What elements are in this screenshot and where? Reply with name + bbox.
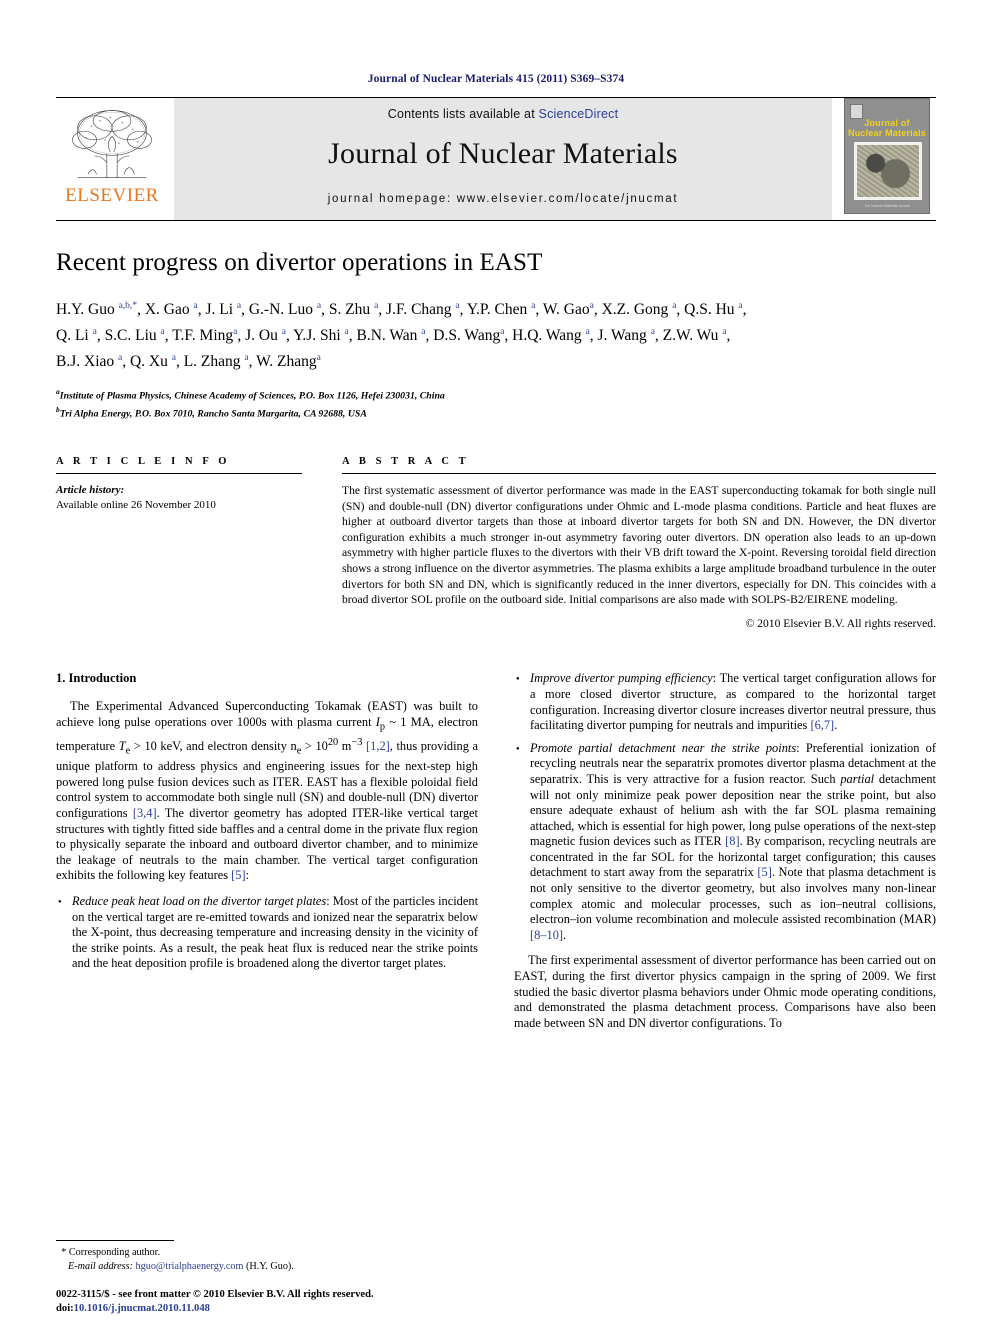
abstract-rule (342, 473, 936, 474)
intro-p1-d: > 10 (301, 739, 328, 754)
email-owner: (H.Y. Guo). (245, 1260, 294, 1272)
affiliation-a: aInstitute of Plasma Physics, Chinese Ac… (56, 387, 445, 402)
masthead-band: Contents lists available at ScienceDirec… (174, 98, 832, 220)
bullet-3-e: . (563, 927, 567, 942)
email-note: E-mail address: hguo@trialphaenergy.com … (56, 1260, 478, 1274)
contents-available-line: Contents lists available at ScienceDirec… (388, 107, 619, 121)
key-features-list-left: Reduce peak heat load on the divertor ta… (56, 894, 478, 972)
list-item: Reduce peak heat load on the divertor ta… (58, 893, 478, 972)
list-item: Promote partial detachment near the stri… (516, 740, 936, 944)
left-column: 1. Introduction The Experimental Advance… (56, 671, 478, 1041)
abstract-copyright: © 2010 Elsevier B.V. All rights reserved… (745, 616, 936, 630)
list-item: Improve divertor pumping efficiency: The… (516, 671, 936, 733)
page-title: Recent progress on divertor operations i… (56, 249, 543, 276)
abstract-heading: A B S T R A C T (342, 456, 470, 467)
cover-title-line-1: Journal of (864, 118, 910, 128)
bullet-2-end: . (834, 718, 838, 733)
doi-label: doi: (56, 1302, 74, 1314)
doi-link[interactable]: 10.1016/j.jnucmat.2010.11.048 (74, 1303, 210, 1314)
right-column: Improve divertor pumping efficiency: The… (514, 671, 936, 1041)
intro-p1-c: > 10 keV, and electron density n (130, 739, 297, 754)
affiliation-a-text: Institute of Plasma Physics, Chinese Aca… (59, 390, 445, 402)
journal-title: Journal of Nuclear Materials (328, 137, 678, 170)
corresponding-author-marker: * (61, 1247, 67, 1258)
symbol-te: T (118, 739, 126, 754)
abstract-column: A B S T R A C T The first systematic ass… (342, 456, 936, 641)
journal-homepage-link[interactable]: journal homepage: www.elsevier.com/locat… (328, 193, 679, 205)
elsevier-tree-icon (72, 110, 152, 178)
cover-image: Journal of Nuclear Materials The Nuclear… (844, 98, 930, 214)
issn-copyright-line: 0022-3115/$ - see front matter © 2010 El… (56, 1289, 374, 1300)
article-info-rule (56, 473, 302, 474)
exp-minus3: −3 (351, 737, 363, 748)
elsevier-wordmark: ELSEVIER (65, 185, 159, 206)
citation-6-7[interactable]: [6,7] (807, 718, 834, 732)
intro-p1-h: : (245, 868, 250, 883)
intro-p1-e: m (338, 739, 352, 754)
key-features-list-right: Improve divertor pumping efficiency: The… (514, 671, 936, 943)
affiliation-b-text: Tri Alpha Energy, P.O. Box 7010, Rancho … (59, 408, 367, 419)
running-head: Journal of Nuclear Materials 415 (2011) … (367, 73, 625, 85)
footnote-rule (56, 1240, 174, 1241)
intro-paragraph-1: The Experimental Advanced Superconductin… (56, 699, 478, 884)
author-line-3: B.J. Xiao a, Q. Xu a, L. Zhang a, W. Zha… (56, 353, 321, 371)
contents-prefix: Contents lists available at (387, 107, 539, 121)
bullet-3-lead: Promote partial detachment near the stri… (530, 740, 797, 755)
intro-paragraph-2: The first experimental assessment of div… (514, 953, 936, 1030)
section-heading-introduction: 1. Introduction (56, 671, 137, 686)
info-abstract-region: A R T I C L E I N F O Article history: A… (56, 456, 936, 641)
elsevier-logo: ELSEVIER (56, 98, 168, 220)
email-label: E-mail address: (68, 1260, 133, 1272)
author-list: H.Y. Guo a,b,*, X. Gao a, J. Li a, G.-N.… (56, 295, 936, 373)
exp-20: 20 (327, 737, 339, 748)
affiliation-b: bTri Alpha Energy, P.O. Box 7010, Rancho… (56, 404, 367, 419)
article-page: Journal of Nuclear Materials 415 (2011) … (0, 0, 992, 1323)
cover-footer-text: The Nuclear Materials Journal (864, 204, 910, 208)
doi-line: doi:10.1016/j.jnucmat.2010.11.048 (56, 1302, 576, 1316)
email-link[interactable]: hguo@trialphaenergy.com (136, 1261, 244, 1272)
author-line-2: Q. Li a, S.C. Liu a, T.F. Minga, J. Ou a… (56, 327, 731, 345)
imprint-block: 0022-3115/$ - see front matter © 2010 El… (56, 1288, 576, 1315)
citation-1-2[interactable]: [1,2] (362, 739, 390, 753)
cover-title: Journal of Nuclear Materials (845, 118, 929, 138)
citation-5-b[interactable]: [5] (754, 865, 771, 879)
sciencedirect-link[interactable]: ScienceDirect (539, 107, 619, 121)
bullet-2-lead: Improve divertor pumping efficiency (530, 671, 713, 686)
journal-masthead: ELSEVIER Contents lists available at Sci… (56, 98, 936, 220)
body-columns: 1. Introduction The Experimental Advance… (56, 671, 936, 1041)
bullet-1-lead: Reduce peak heat load on the divertor ta… (72, 893, 327, 908)
citation-8-10[interactable]: [8–10] (530, 928, 563, 942)
cover-micrograph-image (854, 142, 922, 200)
author-line-1: H.Y. Guo a,b,*, X. Gao a, J. Li a, G.-N.… (56, 301, 747, 319)
cover-publisher-badge-icon (850, 104, 863, 119)
footnote-block: * Corresponding author. E-mail address: … (56, 1240, 478, 1273)
journal-cover-thumbnail: Journal of Nuclear Materials The Nuclear… (838, 98, 936, 220)
corresponding-author-text: Corresponding author. (68, 1247, 161, 1258)
cover-title-line-2: Nuclear Materials (848, 128, 926, 138)
corresponding-author-note: * Corresponding author. (56, 1246, 478, 1260)
citation-8[interactable]: [8] (722, 834, 739, 848)
title-block: Recent progress on divertor operations i… (56, 249, 936, 420)
article-history-label: Article history: (56, 484, 125, 496)
citation-3-4[interactable]: [3,4] (128, 806, 157, 820)
article-history-value: Available online 26 November 2010 (56, 499, 216, 511)
bullet-3-ital: partial (840, 771, 875, 786)
masthead-bottom-rule (56, 220, 936, 221)
abstract-text: The first systematic assessment of diver… (342, 484, 936, 607)
article-info-heading: A R T I C L E I N F O (56, 456, 231, 467)
article-info-column: A R T I C L E I N F O Article history: A… (56, 456, 302, 641)
citation-5[interactable]: [5] (228, 868, 245, 882)
